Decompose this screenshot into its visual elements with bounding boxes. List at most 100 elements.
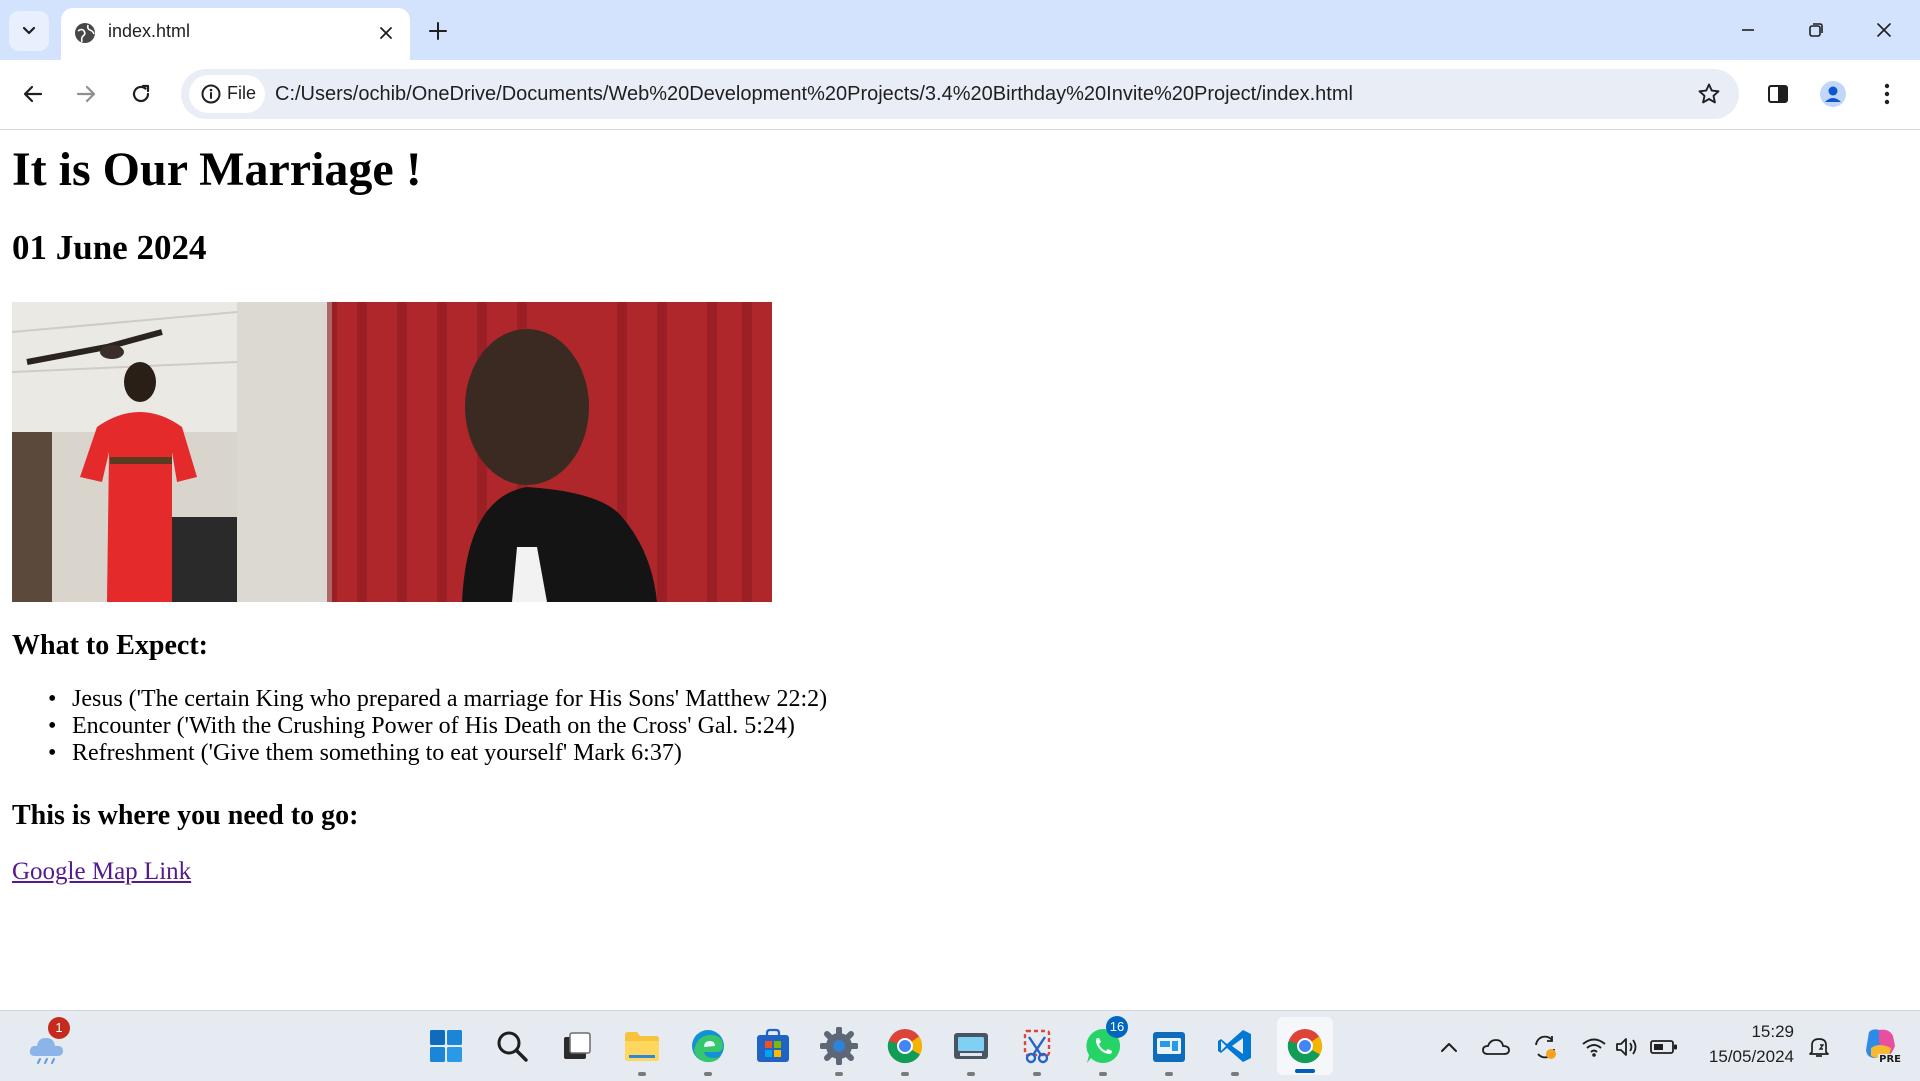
- star-icon: [1698, 83, 1720, 104]
- couple-photo: [12, 302, 772, 602]
- list-item: Jesus ('The certain King who prepared a …: [12, 686, 827, 713]
- more-vertical-icon: [1884, 83, 1890, 105]
- list-item: Encounter ('With the Crushing Power of H…: [12, 713, 827, 740]
- sync-icon: [1535, 1035, 1556, 1059]
- touch-keyboard-app-button[interactable]: [950, 1025, 992, 1076]
- task-view-icon: [564, 1032, 591, 1059]
- chrome-icon: [887, 1029, 923, 1064]
- battery-icon: [1650, 1040, 1677, 1054]
- reload-icon: [132, 84, 150, 103]
- whatsapp-button[interactable]: 16: [1082, 1016, 1128, 1076]
- expect-heading: What to Expect:: [12, 630, 208, 661]
- couple-photo-image: [12, 302, 772, 602]
- running-indicator: [1033, 1072, 1041, 1076]
- profile-avatar-icon: [1820, 81, 1846, 107]
- browser-tabstrip: index.html: [0, 0, 1920, 60]
- side-panel-button[interactable]: [1758, 74, 1798, 114]
- back-button[interactable]: [13, 74, 53, 114]
- tab-title: index.html: [108, 21, 191, 41]
- restore-icon: [1809, 23, 1823, 37]
- notifications-button[interactable]: [1804, 1033, 1834, 1061]
- running-indicator: [1165, 1072, 1173, 1076]
- list-item: Refreshment ('Give them something to eat…: [12, 740, 827, 767]
- search-button[interactable]: [491, 1025, 533, 1067]
- edge-button[interactable]: [687, 1025, 729, 1076]
- chevron-down-icon: [22, 26, 36, 35]
- battery-tray-button[interactable]: [1649, 1033, 1679, 1061]
- volume-tray-button[interactable]: [1612, 1033, 1642, 1061]
- snipping-tool-button[interactable]: [1016, 1025, 1058, 1076]
- running-indicator: [901, 1072, 909, 1076]
- task-view-button[interactable]: [556, 1025, 598, 1067]
- expect-list: Jesus ('The certain King who prepared a …: [12, 686, 827, 767]
- edge-icon: [692, 1030, 724, 1063]
- tab-index-html[interactable]: index.html: [61, 8, 410, 60]
- copilot-preview-label: PRE: [1878, 1054, 1902, 1065]
- weather-widget[interactable]: 1: [26, 1017, 70, 1067]
- whatsapp-badge: 16: [1106, 1016, 1128, 1038]
- keyboard-icon: [954, 1033, 988, 1059]
- forward-button[interactable]: [66, 74, 106, 114]
- clock-date[interactable]: 15/05/2024: [1709, 1047, 1794, 1067]
- running-indicator: [704, 1072, 712, 1076]
- wifi-tray-button[interactable]: [1579, 1033, 1609, 1061]
- tab-close-button[interactable]: [374, 21, 398, 45]
- minimize-icon: [1742, 29, 1754, 31]
- new-tab-button[interactable]: [424, 17, 452, 45]
- site-info-label: File: [227, 83, 257, 103]
- start-button[interactable]: [425, 1025, 467, 1067]
- tab-search-button[interactable]: [9, 11, 49, 51]
- minimize-button[interactable]: [1728, 14, 1768, 46]
- snipping-tool-icon: [1023, 1029, 1051, 1064]
- settings-button[interactable]: [818, 1025, 860, 1076]
- gear-icon: [820, 1027, 858, 1065]
- speaker-icon: [1616, 1038, 1637, 1056]
- window-close-button[interactable]: [1864, 14, 1904, 46]
- reload-button[interactable]: [121, 74, 161, 114]
- arrow-left-icon: [23, 85, 43, 103]
- running-indicator: [1099, 1072, 1107, 1076]
- folder-icon: [625, 1032, 659, 1061]
- notification-bell-icon: [1809, 1038, 1829, 1057]
- profile-button[interactable]: [1813, 74, 1853, 114]
- chevron-up-icon: [1441, 1043, 1457, 1052]
- search-icon: [497, 1031, 528, 1062]
- chrome-active-button[interactable]: [1284, 1025, 1326, 1067]
- vscode-button[interactable]: [1214, 1025, 1256, 1076]
- plus-icon: [429, 22, 447, 40]
- arrow-right-icon: [76, 85, 96, 103]
- info-icon: [201, 84, 221, 104]
- restore-button[interactable]: [1796, 14, 1836, 46]
- event-date: 01 June 2024: [12, 228, 207, 267]
- bookmark-button[interactable]: [1695, 80, 1723, 108]
- onedrive-tray-button[interactable]: [1481, 1033, 1511, 1061]
- running-indicator: [835, 1072, 843, 1076]
- store-icon: [757, 1028, 789, 1062]
- chrome-button[interactable]: [884, 1025, 926, 1076]
- running-indicator: [1231, 1072, 1239, 1076]
- microsoft-store-button[interactable]: [752, 1025, 794, 1067]
- windows-logo-icon: [430, 1030, 462, 1062]
- weather-badge: 1: [48, 1017, 70, 1039]
- google-map-link[interactable]: Google Map Link: [12, 858, 191, 886]
- side-panel-icon: [1768, 85, 1788, 103]
- remote-desktop-button[interactable]: [1148, 1025, 1190, 1076]
- close-icon: [380, 27, 392, 39]
- page-content: It is Our Marriage ! 01 June 2024 What t…: [0, 130, 1920, 1010]
- clock-time[interactable]: 15:29: [1751, 1022, 1794, 1042]
- show-hidden-icons-button[interactable]: [1434, 1033, 1464, 1061]
- browser-toolbar: File C:/Users/ochib/OneDrive/Documents/W…: [0, 60, 1920, 130]
- address-bar[interactable]: File C:/Users/ochib/OneDrive/Documents/W…: [181, 69, 1739, 119]
- running-indicator: [967, 1072, 975, 1076]
- vscode-icon: [1218, 1030, 1251, 1062]
- browser-menu-button[interactable]: [1867, 74, 1907, 114]
- location-heading: This is where you need to go:: [12, 800, 359, 831]
- url-text[interactable]: C:/Users/ochib/OneDrive/Documents/Web%20…: [275, 83, 1353, 106]
- onedrive-cloud-icon: [1482, 1039, 1510, 1055]
- file-explorer-button[interactable]: [621, 1025, 663, 1076]
- remote-desktop-icon: [1153, 1032, 1185, 1062]
- close-icon: [1877, 23, 1891, 37]
- copilot-button[interactable]: PRE: [1860, 1025, 1902, 1065]
- sync-tray-button[interactable]: [1530, 1033, 1560, 1061]
- active-app-indicator: [1295, 1069, 1315, 1073]
